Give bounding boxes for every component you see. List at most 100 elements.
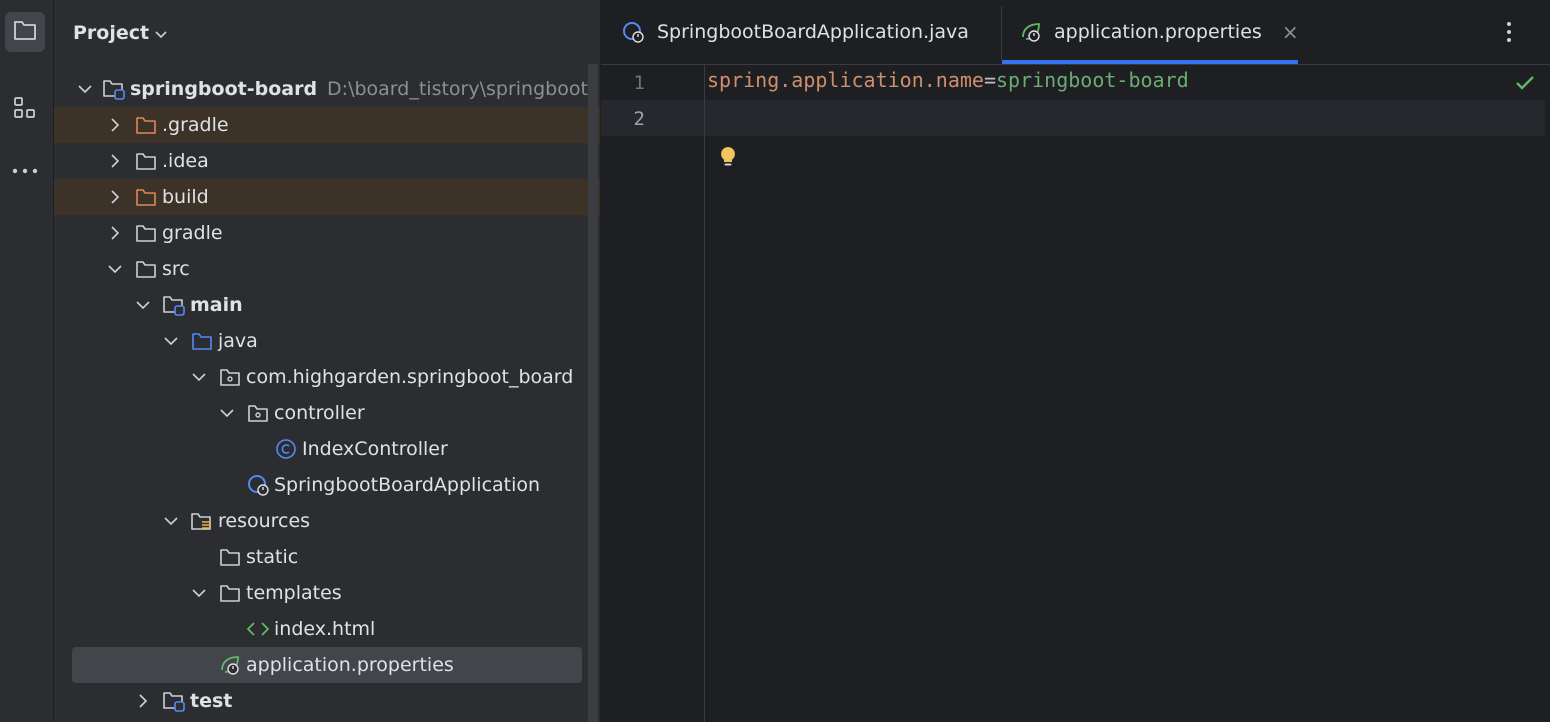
project-title: Project xyxy=(73,22,150,44)
tree-item-static[interactable]: static xyxy=(54,539,600,575)
structure-icon xyxy=(13,96,37,124)
chevron-down-icon[interactable] xyxy=(134,296,152,314)
project-panel: Project springboot-board D:\board_tistory… xyxy=(54,0,600,722)
resources-folder-icon xyxy=(190,509,214,533)
chevron-right-icon[interactable] xyxy=(106,116,124,134)
tree-item-label: resources xyxy=(218,510,311,532)
tree-item-java[interactable]: java xyxy=(54,323,600,359)
spring-properties-icon xyxy=(218,653,242,677)
tree-item-label: .gradle xyxy=(162,114,229,136)
project-view-selector[interactable]: Project xyxy=(73,18,167,48)
tree-item-label: application.properties xyxy=(246,654,454,676)
line-number: 2 xyxy=(633,108,645,130)
module-folder-icon xyxy=(162,689,186,713)
active-tab-indicator xyxy=(1002,60,1298,64)
chevron-down-icon[interactable] xyxy=(162,332,180,350)
tree-item-label: main xyxy=(190,294,243,316)
tree-item-label: .idea xyxy=(162,150,209,172)
tree-scrollbar[interactable] xyxy=(588,64,598,722)
module-folder-icon xyxy=(162,293,186,317)
tree-item-index-html[interactable]: index.html xyxy=(54,611,600,647)
tab-application-properties[interactable]: application.properties × xyxy=(1002,0,1299,64)
property-separator: = xyxy=(983,68,996,92)
package-icon xyxy=(218,365,242,389)
tree-item-label: build xyxy=(162,186,209,208)
chevron-down-icon[interactable] xyxy=(190,584,208,602)
tree-item-build[interactable]: build xyxy=(54,179,600,215)
spring-boot-class-icon xyxy=(246,473,270,497)
tree-item-label: gradle xyxy=(162,222,223,244)
html-file-icon xyxy=(246,617,270,641)
tree-item-idea[interactable]: .idea xyxy=(54,143,600,179)
tree-item-label: static xyxy=(246,546,299,568)
line-number: 1 xyxy=(633,72,645,94)
property-value: springboot-board xyxy=(996,68,1189,92)
tree-item-main[interactable]: main xyxy=(54,287,600,323)
tab-springboot-board-application[interactable]: SpringbootBoardApplication.java xyxy=(621,0,969,64)
editor-tabs: SpringbootBoardApplication.java applicat… xyxy=(601,0,1550,65)
source-folder-icon xyxy=(190,329,214,353)
tab-label: application.properties xyxy=(1054,21,1262,43)
tree-item-controller[interactable]: controller xyxy=(54,395,600,431)
more-horizontal-icon xyxy=(12,159,38,178)
chevron-down-icon[interactable] xyxy=(218,404,236,422)
chevron-down-icon[interactable] xyxy=(106,260,124,278)
chevron-down-icon[interactable] xyxy=(190,368,208,386)
tree-item-springboot-board[interactable]: springboot-board D:\board_tistory\springb… xyxy=(54,71,588,107)
tree-item-com-highgarden-springboot-board[interactable]: com.highgarden.springboot_board xyxy=(54,359,600,395)
package-icon xyxy=(246,401,270,425)
tree-item-gradle[interactable]: gradle xyxy=(54,215,600,251)
chevron-right-icon[interactable] xyxy=(106,224,124,242)
chevron-right-icon[interactable] xyxy=(106,188,124,206)
more-vertical-icon[interactable] xyxy=(1506,20,1512,48)
close-icon[interactable]: × xyxy=(1282,20,1299,44)
project-tool-button[interactable] xyxy=(5,12,45,52)
folder-icon xyxy=(13,19,37,45)
folder-icon xyxy=(134,149,158,173)
tree-item-springbootboardapplication[interactable]: SpringbootBoardApplication xyxy=(54,467,600,503)
tree-item-test[interactable]: test xyxy=(54,683,600,719)
chevron-down-icon xyxy=(155,22,167,44)
editor-area: SpringbootBoardApplication.java applicat… xyxy=(601,0,1550,722)
folder-icon xyxy=(134,221,158,245)
tree-item-src[interactable]: src xyxy=(54,251,600,287)
tree-item-indexcontroller[interactable]: IndexController xyxy=(54,431,600,467)
property-key: spring.application.name xyxy=(707,68,984,92)
tree-item-label: SpringbootBoardApplication xyxy=(274,474,541,496)
tab-label: SpringbootBoardApplication.java xyxy=(657,21,969,43)
tree-item-label: springboot-board xyxy=(130,78,318,100)
folder-icon xyxy=(218,581,242,605)
folder-excluded-icon xyxy=(134,113,158,137)
more-tools-button[interactable] xyxy=(5,148,45,188)
folder-icon xyxy=(134,257,158,281)
tree-item-resources[interactable]: resources xyxy=(54,503,600,539)
spring-properties-icon xyxy=(1020,20,1042,44)
chevron-down-icon[interactable] xyxy=(78,80,92,98)
tree-item-label: java xyxy=(218,330,258,352)
chevron-right-icon[interactable] xyxy=(134,692,152,710)
chevron-right-icon[interactable] xyxy=(106,152,124,170)
tool-window-strip xyxy=(0,0,54,722)
no-problems-check-icon[interactable] xyxy=(1515,74,1535,96)
tree-item-label: controller xyxy=(274,402,365,424)
tree-item-label: com.highgarden.springboot_board xyxy=(246,366,574,388)
class-icon xyxy=(274,437,298,461)
editor-gutter: 1 2 xyxy=(601,64,705,722)
tree-item-application-properties[interactable]: application.properties xyxy=(72,647,582,683)
chevron-down-icon[interactable] xyxy=(162,512,180,530)
folder-icon xyxy=(218,545,242,569)
code-line[interactable]: spring.application.name=springboot-board xyxy=(707,68,1189,92)
current-line-highlight xyxy=(601,100,1545,136)
tree-item-label: IndexController xyxy=(302,438,448,460)
structure-tool-button[interactable] xyxy=(5,90,45,130)
module-folder-icon xyxy=(102,77,126,101)
folder-excluded-icon xyxy=(134,185,158,209)
tree-item-gradle[interactable]: .gradle xyxy=(54,107,600,143)
tree-item-label: templates xyxy=(246,582,342,604)
lightbulb-icon[interactable] xyxy=(718,145,738,173)
tree-item-templates[interactable]: templates xyxy=(54,575,600,611)
